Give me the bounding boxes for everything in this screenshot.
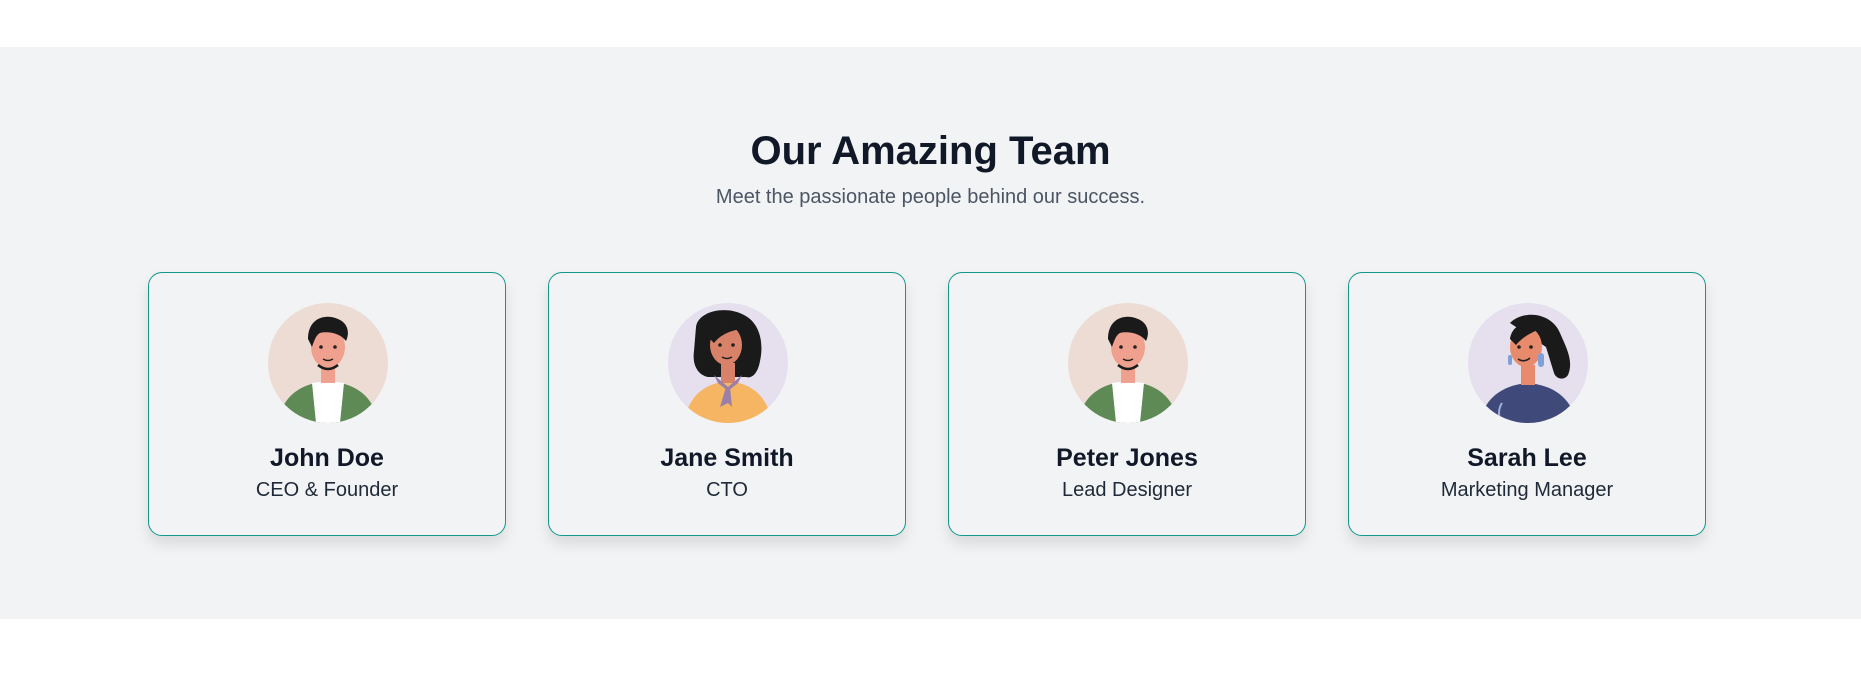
- member-role: Marketing Manager: [1440, 479, 1614, 501]
- team-card-jane-smith[interactable]: Jane Smith CTO: [548, 272, 906, 536]
- team-card-sarah-lee[interactable]: Sarah Lee Marketing Manager: [1348, 272, 1706, 536]
- team-section: Our Amazing Team Meet the passionate peo…: [0, 47, 1861, 619]
- team-card-john-doe[interactable]: John Doe CEO & Founder: [148, 272, 506, 536]
- member-role: Lead Designer: [1061, 479, 1193, 501]
- member-name: Sarah Lee: [1467, 444, 1587, 472]
- section-title: Our Amazing Team: [750, 129, 1111, 173]
- man-green-jacket-icon: [1068, 303, 1188, 423]
- avatar: [1468, 303, 1588, 423]
- team-card-peter-jones[interactable]: Peter Jones Lead Designer: [948, 272, 1306, 536]
- member-role: CTO: [706, 479, 748, 501]
- woman-yellow-top-scarf-icon: [668, 303, 788, 423]
- avatar: [268, 303, 388, 423]
- man-green-jacket-icon: [268, 303, 388, 423]
- avatar: [668, 303, 788, 423]
- member-name: John Doe: [270, 444, 384, 472]
- member-name: Jane Smith: [660, 444, 794, 472]
- avatar: [1068, 303, 1188, 423]
- section-subtitle: Meet the passionate people behind our su…: [715, 186, 1146, 208]
- member-role: CEO & Founder: [255, 479, 399, 501]
- woman-blue-top-earring-icon: [1468, 303, 1588, 423]
- member-name: Peter Jones: [1056, 444, 1198, 472]
